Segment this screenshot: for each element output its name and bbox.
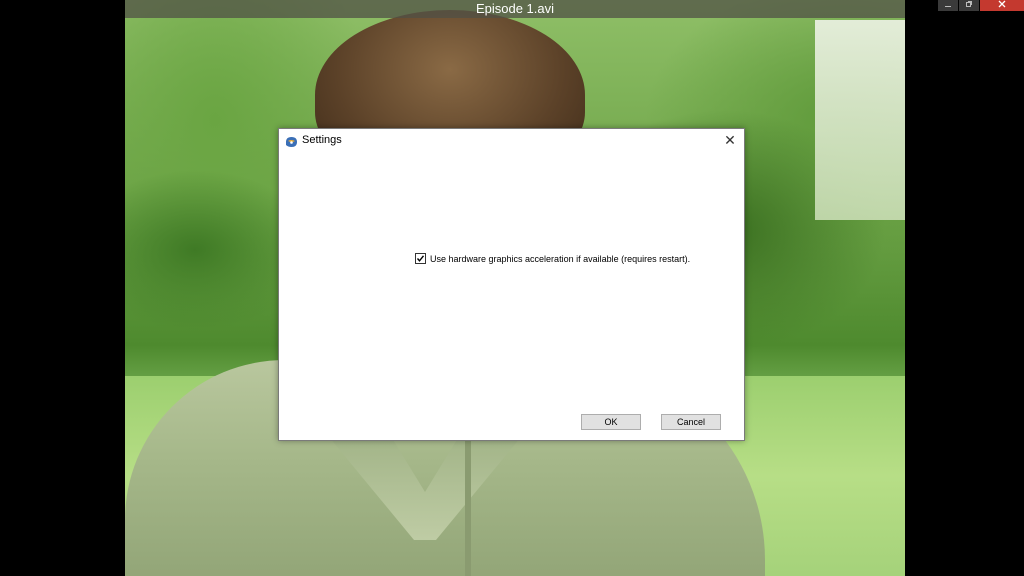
dialog-title: Settings	[302, 134, 342, 146]
window-titlebar[interactable]: Episode 1.avi	[125, 0, 905, 18]
video-shirt-placket	[465, 440, 471, 576]
video-sky	[815, 20, 905, 220]
window-title: Episode 1.avi	[475, 1, 555, 16]
window-controls	[937, 0, 1024, 11]
close-icon[interactable]	[980, 0, 1024, 11]
minimize-icon[interactable]	[938, 0, 958, 11]
restore-icon[interactable]	[959, 0, 979, 11]
app-icon	[285, 135, 298, 147]
hardware-acceleration-checkbox[interactable]	[415, 253, 426, 264]
hardware-acceleration-option[interactable]: Use hardware graphics acceleration if av…	[415, 253, 690, 264]
dialog-close-icon[interactable]: ✕	[722, 132, 738, 148]
ok-button[interactable]: OK	[581, 414, 641, 430]
dialog-titlebar[interactable]: Settings ✕	[279, 129, 744, 153]
settings-dialog: Settings ✕ Use hardware graphics acceler…	[278, 128, 745, 441]
cancel-button[interactable]: Cancel	[661, 414, 721, 430]
hardware-acceleration-label: Use hardware graphics acceleration if av…	[430, 253, 691, 264]
checkmark-icon	[416, 255, 425, 262]
